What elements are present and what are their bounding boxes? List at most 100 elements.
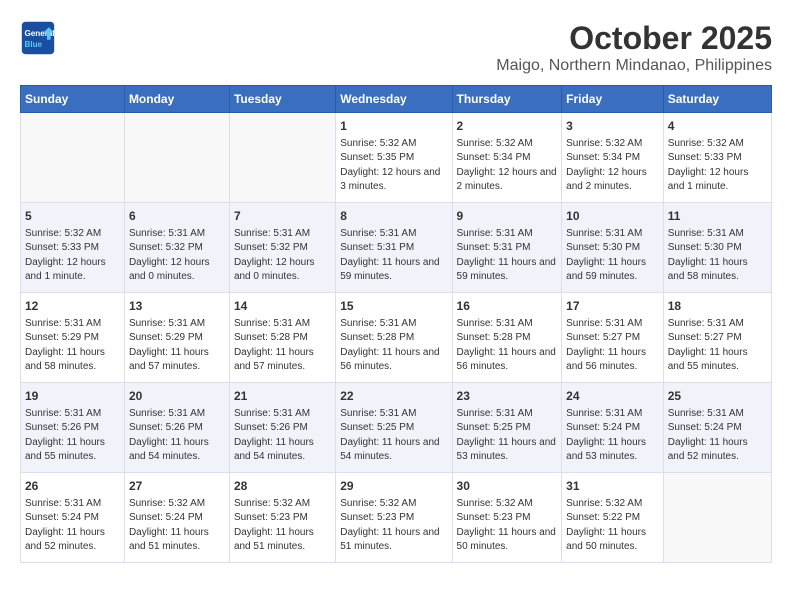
header-day-saturday: Saturday [663,86,771,113]
week-row-5: 26Sunrise: 5:31 AM Sunset: 5:24 PM Dayli… [21,473,772,563]
day-number: 4 [668,118,767,135]
calendar-cell: 16 Sunrise: 5:31 AM Sunset: 5:28 PM Dayli… [452,293,562,383]
header-day-monday: Monday [124,86,229,113]
calendar-table: SundayMondayTuesdayWednesdayThursdayFrid… [20,85,772,563]
logo: General Blue [20,20,56,56]
week-row-4: 19 Sunrise: 5:31 AM Sunset: 5:26 PM Dayli… [21,383,772,473]
day-number: 21 [234,388,331,405]
day-number: 8 [340,208,447,225]
day-number: 19 [25,388,120,405]
day-info: Sunrise: 5:31 AM Sunset: 5:32 PM Dayligh… [129,227,225,285]
day-number: 11 [668,208,767,225]
calendar-cell: 10 Sunrise: 5:31 AM Sunset: 5:30 PM Dayli… [562,203,664,293]
calendar-cell: 13Sunrise: 5:31 AM Sunset: 5:29 PM Dayli… [124,293,229,383]
day-number: 27 [129,478,225,495]
calendar-cell: 5 Sunrise: 5:32 AM Sunset: 5:33 PM Daylig… [21,203,125,293]
logo-icon: General Blue [20,20,56,56]
day-number: 20 [129,388,225,405]
calendar-cell: 6 Sunrise: 5:31 AM Sunset: 5:32 PM Daylig… [124,203,229,293]
day-number: 12 [25,298,120,315]
day-number: 23 [457,388,558,405]
calendar-cell: 27 Sunrise: 5:32 AM Sunset: 5:24 PM Dayli… [124,473,229,563]
day-info: Sunrise: 5:31 AM Sunset: 5:27 PM Dayligh… [566,317,659,375]
day-info: Sunrise: 5:31 AM Sunset: 5:26 PM Dayligh… [25,407,120,465]
calendar-cell: 2 Sunrise: 5:32 AM Sunset: 5:34 PM Daylig… [452,113,562,203]
calendar-cell: 12Sunrise: 5:31 AM Sunset: 5:29 PM Dayli… [21,293,125,383]
day-info: Sunrise: 5:31 AM Sunset: 5:31 PM Dayligh… [457,227,558,285]
calendar-cell: 24Sunrise: 5:31 AM Sunset: 5:24 PM Dayli… [562,383,664,473]
calendar-cell: 3 Sunrise: 5:32 AM Sunset: 5:34 PM Daylig… [562,113,664,203]
main-title: October 2025 [496,20,772,57]
day-info: Sunrise: 5:31 AM Sunset: 5:32 PM Dayligh… [234,227,331,285]
header-day-friday: Friday [562,86,664,113]
day-number: 29 [340,478,447,495]
day-info: Sunrise: 5:32 AM Sunset: 5:33 PM Dayligh… [25,227,120,285]
day-number: 10 [566,208,659,225]
week-row-3: 12 Sunrise: 5:31 AM Sunset: 5:29 PM Dayli… [21,293,772,383]
header: General Blue October 2025 Maigo, Norther… [20,20,772,75]
day-number: 17 [566,298,659,315]
day-number: 6 [129,208,225,225]
calendar-cell: 25Sunrise: 5:31 AM Sunset: 5:24 PM Dayli… [663,383,771,473]
day-info: Sunrise: 5:32 AM Sunset: 5:23 PM Dayligh… [457,497,558,555]
day-info: Sunrise: 5:31 AM Sunset: 5:30 PM Dayligh… [668,227,767,285]
calendar-cell: 29Sunrise: 5:32 AM Sunset: 5:23 PM Dayli… [336,473,452,563]
day-number: 18 [668,298,767,315]
day-info: Sunrise: 5:32 AM Sunset: 5:22 PM Dayligh… [566,497,659,555]
day-number: 22 [340,388,447,405]
calendar-cell [124,113,229,203]
day-number: 25 [668,388,767,405]
svg-text:Blue: Blue [25,40,43,49]
calendar-cell: 28Sunrise: 5:32 AM Sunset: 5:23 PM Dayli… [229,473,335,563]
calendar-cell: 7 Sunrise: 5:31 AM Sunset: 5:32 PM Daylig… [229,203,335,293]
calendar-cell [663,473,771,563]
day-number: 9 [457,208,558,225]
calendar-cell: 26Sunrise: 5:31 AM Sunset: 5:24 PM Dayli… [21,473,125,563]
day-info: Sunrise: 5:32 AM Sunset: 5:34 PM Dayligh… [457,137,558,195]
day-number: 7 [234,208,331,225]
day-info: Sunrise: 5:31 AM Sunset: 5:26 PM Dayligh… [234,407,331,465]
day-info: Sunrise: 5:31 AM Sunset: 5:29 PM Dayligh… [129,317,225,375]
day-number: 16 [457,298,558,315]
day-number: 31 [566,478,659,495]
calendar-cell: 4 Sunrise: 5:32 AM Sunset: 5:33 PM Daylig… [663,113,771,203]
day-number: 15 [340,298,447,315]
calendar-cell: 21 Sunrise: 5:31 AM Sunset: 5:26 PM Dayli… [229,383,335,473]
day-number: 5 [25,208,120,225]
day-info: Sunrise: 5:31 AM Sunset: 5:31 PM Dayligh… [340,227,447,285]
day-info: Sunrise: 5:32 AM Sunset: 5:33 PM Dayligh… [668,137,767,195]
calendar-cell: 8 Sunrise: 5:31 AM Sunset: 5:31 PM Daylig… [336,203,452,293]
week-row-1: 1Sunrise: 5:32 AM Sunset: 5:35 PM Daylig… [21,113,772,203]
day-info: Sunrise: 5:31 AM Sunset: 5:24 PM Dayligh… [566,407,659,465]
calendar-header: SundayMondayTuesdayWednesdayThursdayFrid… [21,86,772,113]
title-section: October 2025 Maigo, Northern Mindanao, P… [496,20,772,75]
day-info: Sunrise: 5:31 AM Sunset: 5:25 PM Dayligh… [340,407,447,465]
day-info: Sunrise: 5:31 AM Sunset: 5:27 PM Dayligh… [668,317,767,375]
day-number: 3 [566,118,659,135]
day-info: Sunrise: 5:32 AM Sunset: 5:34 PM Dayligh… [566,137,659,195]
calendar-cell: 11 Sunrise: 5:31 AM Sunset: 5:30 PM Dayli… [663,203,771,293]
header-day-thursday: Thursday [452,86,562,113]
header-day-wednesday: Wednesday [336,86,452,113]
calendar-cell: 20Sunrise: 5:31 AM Sunset: 5:26 PM Dayli… [124,383,229,473]
header-day-tuesday: Tuesday [229,86,335,113]
day-info: Sunrise: 5:31 AM Sunset: 5:30 PM Dayligh… [566,227,659,285]
day-number: 2 [457,118,558,135]
calendar-cell: 18 Sunrise: 5:31 AM Sunset: 5:27 PM Dayli… [663,293,771,383]
subtitle: Maigo, Northern Mindanao, Philippines [496,57,772,75]
day-number: 30 [457,478,558,495]
header-day-sunday: Sunday [21,86,125,113]
calendar-cell: 17 Sunrise: 5:31 AM Sunset: 5:27 PM Dayli… [562,293,664,383]
day-info: Sunrise: 5:31 AM Sunset: 5:28 PM Dayligh… [340,317,447,375]
calendar-cell [229,113,335,203]
day-info: Sunrise: 5:31 AM Sunset: 5:28 PM Dayligh… [457,317,558,375]
day-info: Sunrise: 5:31 AM Sunset: 5:24 PM Dayligh… [25,497,120,555]
day-info: Sunrise: 5:32 AM Sunset: 5:23 PM Dayligh… [234,497,331,555]
calendar-cell: 19 Sunrise: 5:31 AM Sunset: 5:26 PM Dayli… [21,383,125,473]
calendar-cell [21,113,125,203]
day-info: Sunrise: 5:32 AM Sunset: 5:24 PM Dayligh… [129,497,225,555]
day-number: 14 [234,298,331,315]
calendar-cell: 30 Sunrise: 5:32 AM Sunset: 5:23 PM Dayli… [452,473,562,563]
day-number: 1 [340,118,447,135]
calendar-cell: 31 Sunrise: 5:32 AM Sunset: 5:22 PM Dayli… [562,473,664,563]
